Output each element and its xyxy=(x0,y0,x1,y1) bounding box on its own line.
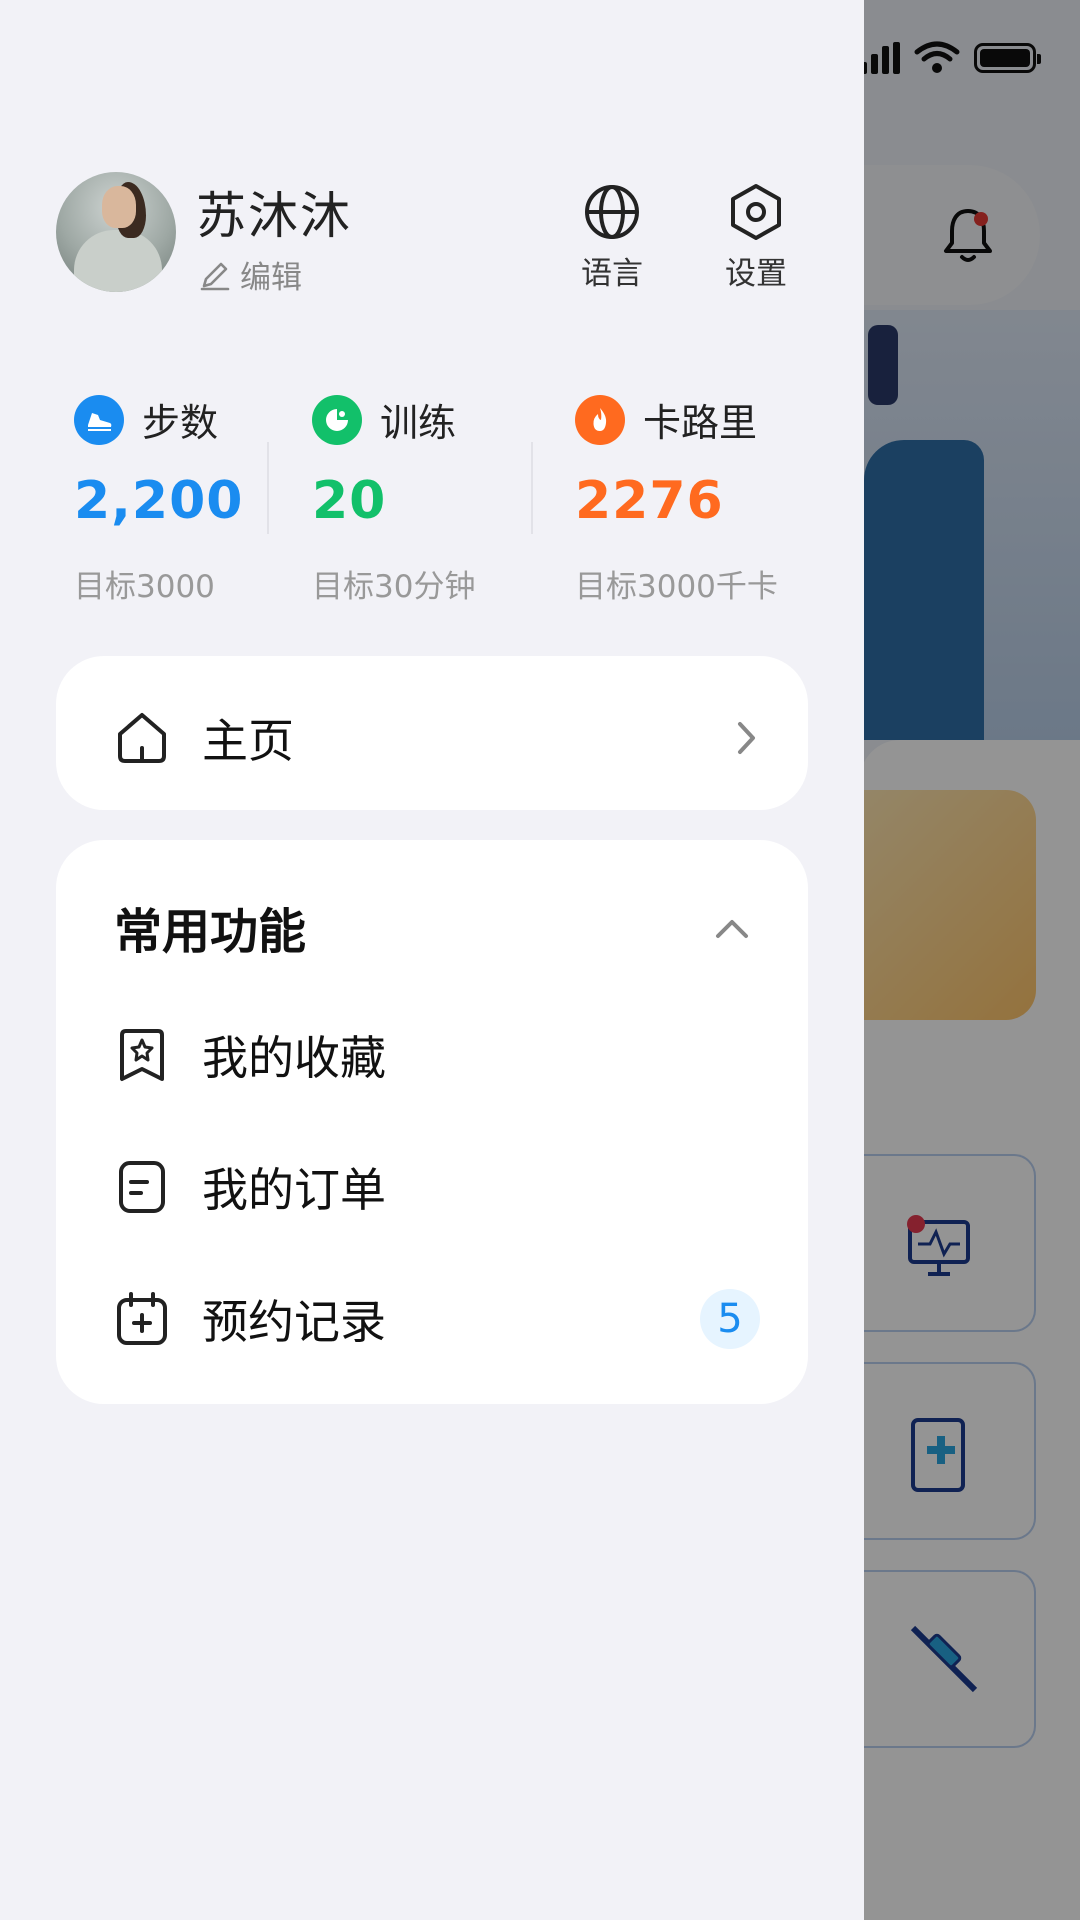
menu-item-label: 我的收藏 xyxy=(202,1031,386,1085)
home-card: 主页 xyxy=(56,656,808,810)
count-badge: 5 xyxy=(700,1289,760,1349)
favorites-icon xyxy=(120,1029,164,1081)
side-drawer: 苏沐沐 编辑 语言 设置 步数 2,200 目标3000 训练 20 目标30分… xyxy=(0,0,864,1920)
stat-goal: 目标3000千卡 xyxy=(575,569,778,605)
language-label: 语言 xyxy=(581,256,643,292)
edit-label: 编辑 xyxy=(240,260,302,296)
stat-steps[interactable]: 步数 2,200 目标3000 xyxy=(74,392,243,606)
settings-label: 设置 xyxy=(725,256,787,292)
sneaker-icon xyxy=(74,394,124,445)
training-icon xyxy=(312,394,362,445)
stat-value: 20 xyxy=(312,471,387,531)
menu-item-label: 主页 xyxy=(202,714,294,768)
settings-hexagon-icon xyxy=(731,184,781,240)
stat-label: 卡路里 xyxy=(643,401,758,445)
user-name: 苏沐沐 xyxy=(196,187,352,245)
common-functions-card: 常用功能 我的收藏 我的订单 预约记录 5 xyxy=(56,840,808,1404)
stat-label: 训练 xyxy=(380,401,457,445)
language-button[interactable]: 语言 xyxy=(557,182,667,293)
stat-value: 2276 xyxy=(575,471,724,531)
appointment-icon xyxy=(117,1292,167,1345)
globe-icon xyxy=(585,185,639,239)
avatar[interactable] xyxy=(56,172,176,292)
profile-header: 苏沐沐 编辑 语言 设置 xyxy=(56,172,816,296)
pencil-icon xyxy=(200,262,230,290)
section-title: 常用功能 xyxy=(114,904,307,960)
chevron-right-icon xyxy=(738,722,755,754)
stat-calories[interactable]: 卡路里 2276 目标3000千卡 xyxy=(575,392,778,606)
divider xyxy=(531,442,533,534)
menu-item-favorites[interactable]: 我的收藏 xyxy=(114,1022,760,1088)
orders-icon xyxy=(119,1161,165,1213)
menu-item-home[interactable]: 主页 xyxy=(114,705,760,771)
stat-training[interactable]: 训练 20 目标30分钟 xyxy=(312,392,475,606)
edit-profile-button[interactable]: 编辑 xyxy=(198,252,302,297)
menu-item-appointments[interactable]: 预约记录 5 xyxy=(114,1286,760,1352)
chevron-up-icon[interactable] xyxy=(714,916,750,940)
settings-button[interactable]: 设置 xyxy=(701,182,811,293)
stat-label: 步数 xyxy=(142,401,219,445)
menu-item-label: 预约记录 xyxy=(202,1295,386,1349)
menu-item-label: 我的订单 xyxy=(202,1163,386,1217)
stat-goal: 目标3000 xyxy=(74,569,215,605)
flame-icon xyxy=(575,394,625,445)
divider xyxy=(267,442,269,534)
menu-item-orders[interactable]: 我的订单 xyxy=(114,1154,760,1220)
drawer-scrim[interactable] xyxy=(864,0,1080,1920)
stats-row: 步数 2,200 目标3000 训练 20 目标30分钟 卡路里 2276 目标… xyxy=(56,392,816,612)
home-icon xyxy=(118,713,166,763)
stat-goal: 目标30分钟 xyxy=(312,569,476,605)
stat-value: 2,200 xyxy=(74,471,244,531)
